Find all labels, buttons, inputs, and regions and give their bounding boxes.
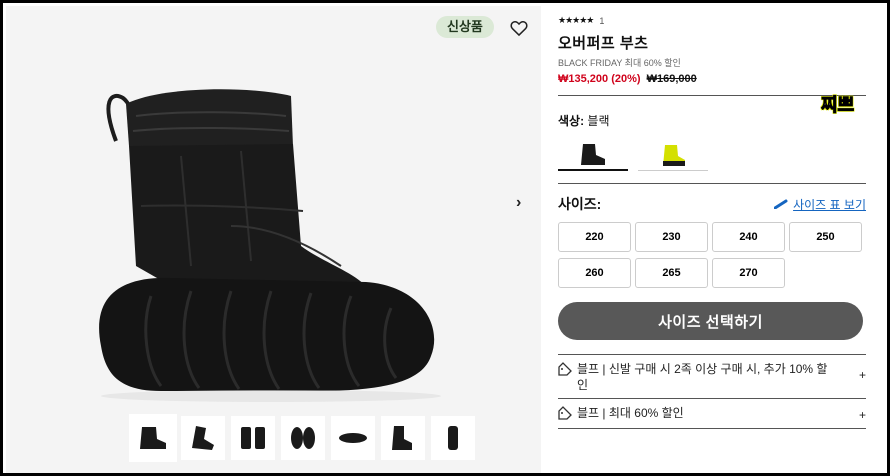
size-guide-link[interactable]: 사이즈 표 보기 [774,196,866,213]
tag-icon [558,406,572,420]
promo-subtitle: BLACK FRIDAY 최대 60% 할인 [558,58,681,68]
swatch-lime[interactable] [638,141,708,171]
rating-count: 1 [599,15,605,26]
boot-main-image [99,89,441,402]
size-option-230[interactable]: 230 [635,222,708,252]
size-option-270[interactable]: 270 [712,258,785,288]
promo-content: 블프 | 최대 60% 할인 [558,405,838,421]
size-guide-label: 사이즈 표 보기 [793,197,866,212]
original-price: ₩169,000 [646,73,697,85]
size-option-265[interactable]: 265 [635,258,708,288]
divider [558,183,866,184]
next-image-arrow[interactable]: › [516,194,521,212]
thumbnail-1[interactable] [129,414,177,462]
heart-icon[interactable] [509,18,529,38]
thumbnail-strip [129,414,475,462]
color-swatches [558,141,866,171]
thumbnail-5[interactable] [331,416,375,460]
new-badge: 신상품 [436,16,494,38]
divider [558,95,866,96]
rating-stars: ★★★★★ [558,15,594,25]
color-label: 색상: 블랙 [558,112,866,129]
size-option-260[interactable]: 260 [558,258,631,288]
product-page: 신상품 › ★★★★★ 1 오버퍼프 부츠 BLACK FRIDAY 최대 60… [3,3,887,473]
price-row: ₩135,200 (20%) ₩169,000 [558,73,866,85]
expand-icon[interactable]: + [859,407,866,423]
promo-text: 블프 | 신발 구매 시 2족 이상 구매 시, 추가 10% 할인 [577,362,828,392]
thumbnail-6[interactable] [381,416,425,460]
divider [558,428,866,429]
size-option-250[interactable]: 250 [789,222,862,252]
ruler-icon [774,199,788,209]
size-header: 사이즈: 사이즈 표 보기 [558,194,866,214]
sale-price: ₩135,200 (20%) [558,73,641,85]
thumbnail-7[interactable] [431,416,475,460]
rating[interactable]: ★★★★★ 1 [558,15,866,26]
product-title: 오버퍼프 부츠 [558,35,649,52]
size-option-220[interactable]: 220 [558,222,631,252]
promo-item[interactable]: 블프 | 신발 구매 시 2족 이상 구매 시, 추가 10% 할인 + [558,355,866,398]
size-title: 사이즈: [558,196,602,212]
swatch-black[interactable] [558,141,628,171]
promo-text: 블프 | 최대 60% 할인 [577,406,684,420]
product-gallery: 신상품 › [6,6,541,473]
promo-item[interactable]: 블프 | 최대 60% 할인 + [558,399,866,428]
expand-icon[interactable]: + [859,367,866,383]
product-info-panel: ★★★★★ 1 오버퍼프 부츠 BLACK FRIDAY 최대 60% 할인 ₩… [558,15,866,429]
sticker-text: 찌쁘 [820,95,855,116]
thumbnail-2[interactable] [181,416,225,460]
promo-content: 블프 | 신발 구매 시 2족 이상 구매 시, 추가 10% 할인 [558,361,838,393]
color-label-title: 색상: [558,114,585,128]
select-size-button[interactable]: 사이즈 선택하기 [558,302,863,340]
size-option-240[interactable]: 240 [712,222,785,252]
tag-icon [558,362,572,376]
color-value: 블랙 [587,114,610,128]
thumbnail-3[interactable] [231,416,275,460]
thumbnail-4[interactable] [281,416,325,460]
size-grid: 220 230 240 250 260 265 270 [558,222,866,288]
